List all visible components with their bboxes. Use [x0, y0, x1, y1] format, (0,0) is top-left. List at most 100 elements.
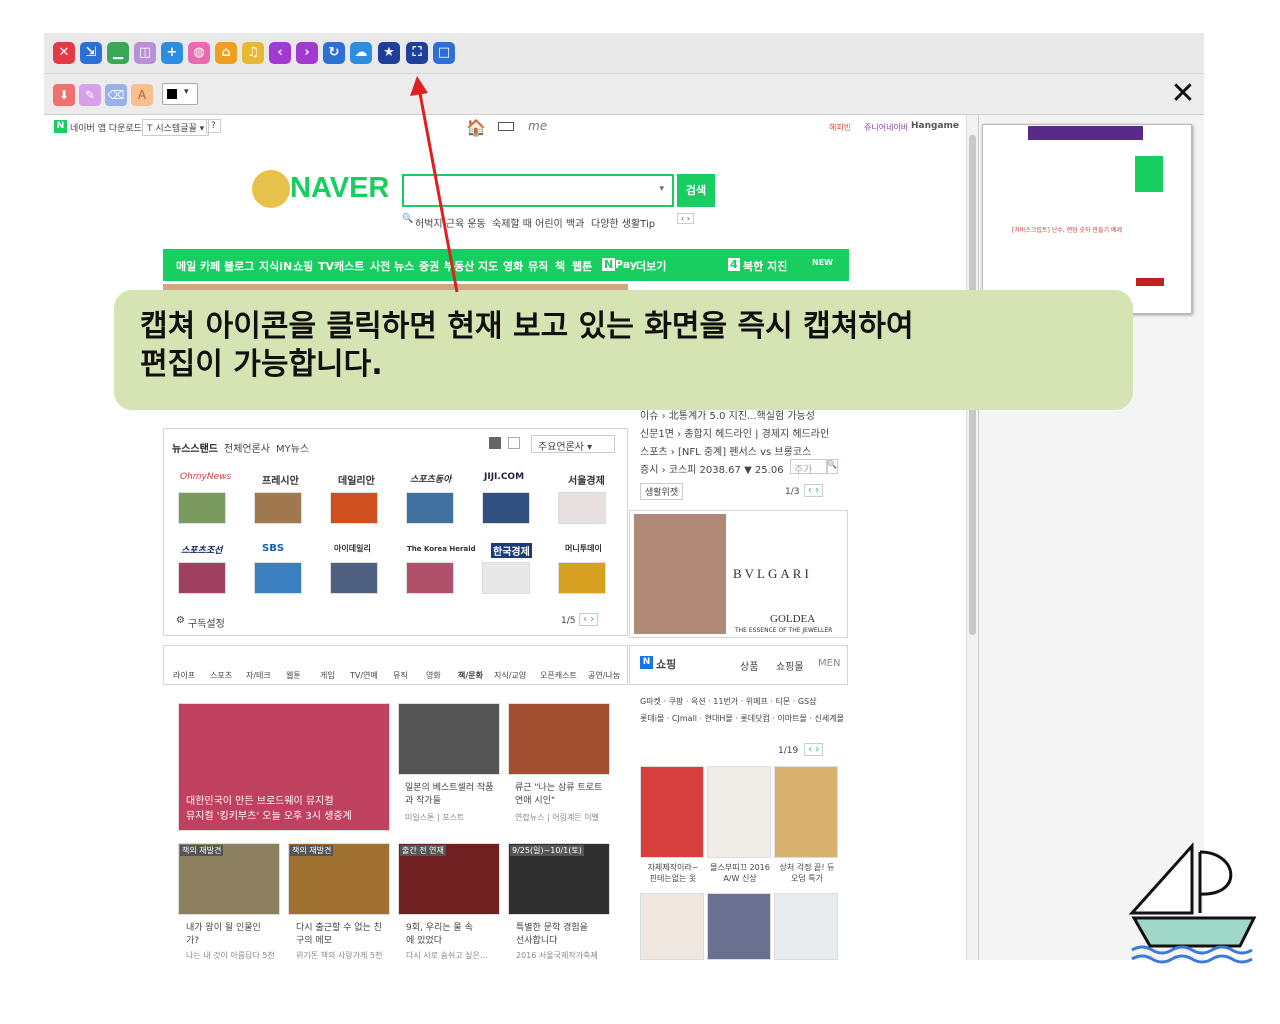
shopping-item-thumb[interactable]: [707, 766, 771, 858]
junior-naver-link[interactable]: 쥬니어네이버: [864, 122, 908, 133]
press-thumb[interactable]: [558, 562, 606, 594]
press-thumb[interactable]: [178, 492, 226, 524]
keyword-3[interactable]: 다양한 생활Tip: [591, 215, 655, 230]
shopping-title[interactable]: 쇼핑: [656, 656, 676, 672]
bookmark-star-icon[interactable]: ★: [378, 42, 400, 64]
press-thumb[interactable]: [558, 492, 606, 524]
dash-icon[interactable]: ▁: [107, 42, 129, 64]
save-icon[interactable]: ⬇: [53, 84, 75, 106]
press-hankyung[interactable]: 한국경제: [491, 543, 532, 558]
nav-more[interactable]: 더보기: [636, 258, 666, 274]
content-text[interactable]: 내가 왕이 될 인물인가?: [186, 920, 266, 946]
search-button[interactable]: 검색: [677, 174, 715, 207]
app-download-link[interactable]: 네이버 앱 다운로드: [70, 121, 142, 134]
headline-news[interactable]: 신문1면 › 종합지 헤드라인 | 경제지 헤드라인: [640, 425, 829, 440]
cat-performance[interactable]: 공연/나눔: [588, 670, 620, 681]
shopping-tab-products[interactable]: 상품: [740, 658, 758, 673]
me-tab[interactable]: me: [528, 119, 547, 133]
tv-tab-icon[interactable]: [498, 122, 514, 131]
shopping-item-thumb[interactable]: [774, 893, 838, 960]
nav-mail[interactable]: 메일: [176, 258, 196, 274]
eraser-icon[interactable]: ⌫: [105, 84, 127, 106]
weather-icon[interactable]: ☁: [350, 42, 372, 64]
nav-cafe[interactable]: 카페: [200, 258, 220, 274]
content-text[interactable]: 9회, 우리는 물 속에 있었다: [406, 920, 476, 946]
home-icon[interactable]: ⌂: [215, 42, 237, 64]
content-text[interactable]: 다시 출근할 수 없는 친구의 메모: [296, 920, 386, 946]
cat-opencast[interactable]: 오픈캐스트: [540, 670, 577, 681]
content-thumb[interactable]: [508, 703, 610, 775]
naver-logo[interactable]: NAVER: [290, 172, 389, 205]
press-thumb[interactable]: [482, 562, 530, 594]
content-thumb[interactable]: [398, 703, 500, 775]
newsstand-title[interactable]: 뉴스스탠드: [172, 440, 218, 455]
keyword-pager[interactable]: ‹ ›: [677, 213, 694, 224]
press-thumb[interactable]: [330, 562, 378, 594]
cat-webtoon[interactable]: 웹툰: [286, 670, 301, 681]
press-thumb[interactable]: [330, 492, 378, 524]
press-moneytoday[interactable]: 머니투데이: [565, 543, 602, 554]
nav-book[interactable]: 책: [555, 258, 565, 274]
shopping-item-text[interactable]: 자체제작이라~ 핀테는없는 옷: [643, 862, 703, 884]
refresh-icon[interactable]: ↻: [323, 42, 345, 64]
add-icon[interactable]: +: [161, 42, 183, 64]
content-text[interactable]: 류근 "나는 삼류 트로트 연애 시인": [515, 780, 605, 806]
minimize-window-icon[interactable]: ⇲: [80, 42, 102, 64]
nav-blog[interactable]: 블로그: [224, 258, 254, 274]
cat-tv[interactable]: TV/연예: [350, 670, 378, 681]
press-pressian[interactable]: 프레시안: [262, 472, 299, 487]
split-view-icon[interactable]: ◫: [134, 42, 156, 64]
press-idaily[interactable]: 아이데일리: [334, 543, 371, 554]
nav-webtoon[interactable]: 웹툰: [572, 258, 592, 274]
shopping-pager[interactable]: ‹ ›: [804, 743, 824, 756]
square-icon[interactable]: □: [433, 42, 455, 64]
major-press-select[interactable]: 주요언론사 ▾: [531, 435, 615, 453]
close-icon[interactable]: ✕: [1167, 78, 1199, 110]
nav-north-quake[interactable]: 북한 지진: [743, 258, 787, 274]
cat-knowledge[interactable]: 지식/교양: [494, 670, 526, 681]
press-thumb[interactable]: [178, 562, 226, 594]
cat-book[interactable]: 책/문화: [458, 670, 483, 681]
nav-movie[interactable]: 영화: [503, 258, 523, 274]
keyword-2[interactable]: 숙제할 때 어린이 백과: [492, 215, 584, 230]
nav-map[interactable]: 지도: [478, 258, 498, 274]
text-font-icon[interactable]: A: [131, 84, 153, 106]
color-picker[interactable]: ▾: [162, 83, 198, 105]
cat-movie[interactable]: 영화: [426, 670, 441, 681]
shopping-tab-men[interactable]: MEN: [818, 658, 840, 669]
stock-news[interactable]: 증시 › 코스피 2038.67 ▼ 25.06: [640, 461, 784, 476]
shopping-item-thumb[interactable]: [640, 893, 704, 960]
press-thumb[interactable]: [406, 562, 454, 594]
capture-icon[interactable]: ⛶: [406, 42, 428, 64]
cat-game[interactable]: 게임: [320, 670, 335, 681]
cat-tech[interactable]: 자/테크: [246, 670, 271, 681]
happybean-link[interactable]: 해피빈: [829, 122, 851, 133]
list-view-icon[interactable]: [508, 437, 520, 449]
life-pager[interactable]: ‹ ›: [804, 484, 824, 497]
newsstand-my[interactable]: MY뉴스: [276, 440, 309, 455]
cat-music[interactable]: 뮤직: [393, 670, 408, 681]
press-korea-herald[interactable]: The Korea Herald: [407, 545, 476, 553]
stock-search-icon[interactable]: 🔍: [826, 459, 838, 474]
vertical-scrollbar[interactable]: [966, 115, 978, 960]
grid-view-icon[interactable]: [489, 437, 501, 449]
nav-dictionary[interactable]: 사전: [370, 258, 390, 274]
newsstand-all[interactable]: 전체언론사: [224, 440, 270, 455]
font-select[interactable]: T 시스템글꼴 ▾: [142, 119, 210, 136]
press-ohmynews[interactable]: OhmyNews: [180, 472, 231, 482]
music-icon[interactable]: ♫: [242, 42, 264, 64]
press-seoul-economy[interactable]: 서울경제: [568, 472, 605, 487]
nav-tvcast[interactable]: TV캐스트: [318, 258, 364, 274]
search-dropdown-icon[interactable]: ▾: [659, 184, 664, 194]
close-red-icon[interactable]: ✕: [53, 42, 75, 64]
hangame-link[interactable]: Hangame: [911, 121, 959, 131]
nav-shopping[interactable]: 쇼핑: [293, 258, 313, 274]
back-icon[interactable]: ‹: [269, 42, 291, 64]
shopping-links-2[interactable]: 롯데i몰 · CJmall · 현대H몰 · 롯데닷컴 · 이마트몰 · 신세계…: [640, 713, 844, 724]
press-thumb[interactable]: [254, 562, 302, 594]
shopping-tab-malls[interactable]: 쇼핑몰: [776, 658, 804, 673]
shopping-item-text[interactable]: 상처 걱정 끝! 듀오덤 특가: [777, 862, 837, 884]
stock-input[interactable]: 주가: [790, 459, 828, 476]
cat-life[interactable]: 라이프: [173, 670, 195, 681]
press-jiji[interactable]: JIJI.COM: [484, 472, 524, 482]
